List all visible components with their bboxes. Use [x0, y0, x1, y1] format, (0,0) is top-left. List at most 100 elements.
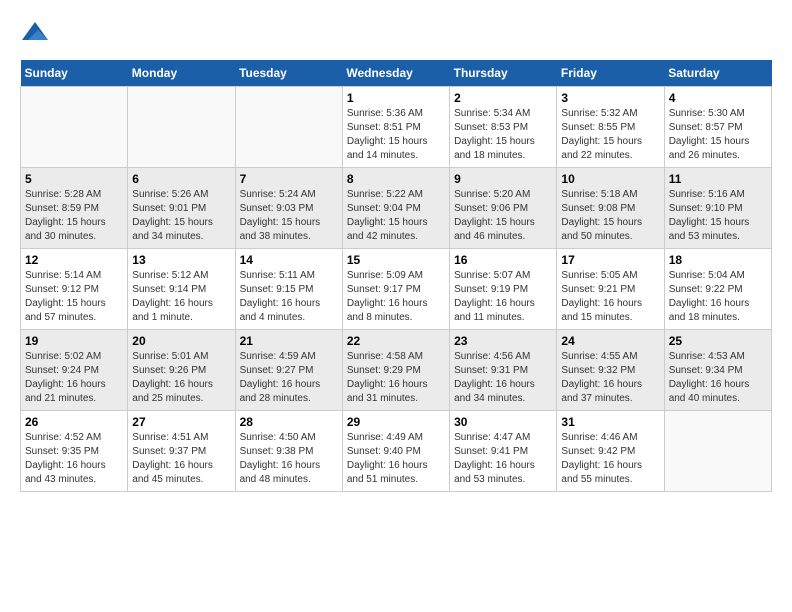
calendar-cell [128, 87, 235, 168]
calendar-cell: 25Sunrise: 4:53 AM Sunset: 9:34 PM Dayli… [664, 330, 771, 411]
day-number: 9 [454, 172, 552, 186]
calendar-cell: 22 Sunrise: 4:58 AM Sunset: 9:29 PM Dayli… [342, 330, 449, 411]
calendar-header-row: SundayMondayTuesdayWednesdayThursdayFrid… [21, 60, 772, 87]
calendar-cell [664, 411, 771, 492]
header-tuesday: Tuesday [235, 60, 342, 87]
day-info: Sunrise: 5:26 AM Sunset: 9:01 PM Dayligh… [132, 188, 230, 244]
day-number: 1 [347, 91, 445, 105]
day-info: Sunrise: 4:55 AM Sunset: 9:32 PM Dayligh… [561, 350, 659, 406]
header-friday: Friday [557, 60, 664, 87]
day-number: 11 [669, 172, 767, 186]
day-number: 2 [454, 91, 552, 105]
calendar-cell: 3 Sunrise: 5:32 AM Sunset: 8:55 PM Daylig… [557, 87, 664, 168]
day-number: 7 [240, 172, 338, 186]
calendar-table: SundayMondayTuesdayWednesdayThursdayFrid… [20, 60, 772, 492]
day-info: Sunrise: 5:36 AM Sunset: 8:51 PM Dayligh… [347, 107, 445, 163]
day-info: Sunrise: 5:14 AM Sunset: 9:12 PM Dayligh… [25, 269, 123, 325]
header-sunday: Sunday [21, 60, 128, 87]
day-number: 17 [561, 253, 659, 267]
calendar-cell: 28 Sunrise: 4:50 AM Sunset: 9:38 PM Dayli… [235, 411, 342, 492]
day-info: Sunrise: 4:46 AM Sunset: 9:42 PM Dayligh… [561, 431, 659, 487]
calendar-week-4: 19 Sunrise: 5:02 AM Sunset: 9:24 PM Dayli… [21, 330, 772, 411]
day-info: Sunrise: 4:47 AM Sunset: 9:41 PM Dayligh… [454, 431, 552, 487]
calendar-cell: 19 Sunrise: 5:02 AM Sunset: 9:24 PM Dayli… [21, 330, 128, 411]
calendar-cell: 17 Sunrise: 5:05 AM Sunset: 9:21 PM Dayli… [557, 249, 664, 330]
calendar-cell: 2 Sunrise: 5:34 AM Sunset: 8:53 PM Daylig… [450, 87, 557, 168]
day-number: 3 [561, 91, 659, 105]
day-info: Sunrise: 4:50 AM Sunset: 9:38 PM Dayligh… [240, 431, 338, 487]
logo [20, 20, 54, 50]
calendar-cell: 30 Sunrise: 4:47 AM Sunset: 9:41 PM Dayli… [450, 411, 557, 492]
calendar-cell: 6 Sunrise: 5:26 AM Sunset: 9:01 PM Daylig… [128, 168, 235, 249]
day-number: 6 [132, 172, 230, 186]
calendar-cell: 23 Sunrise: 4:56 AM Sunset: 9:31 PM Dayli… [450, 330, 557, 411]
day-number: 19 [25, 334, 123, 348]
day-info: Sunrise: 5:30 AM Sunset: 8:57 PM Dayligh… [669, 107, 767, 163]
day-number: 31 [561, 415, 659, 429]
calendar-cell: 26Sunrise: 4:52 AM Sunset: 9:35 PM Dayli… [21, 411, 128, 492]
day-info: Sunrise: 5:18 AM Sunset: 9:08 PM Dayligh… [561, 188, 659, 244]
day-info: Sunrise: 4:53 AM Sunset: 9:34 PM Dayligh… [669, 350, 767, 406]
day-number: 23 [454, 334, 552, 348]
day-number: 10 [561, 172, 659, 186]
day-info: Sunrise: 5:04 AM Sunset: 9:22 PM Dayligh… [669, 269, 767, 325]
calendar-week-5: 26Sunrise: 4:52 AM Sunset: 9:35 PM Dayli… [21, 411, 772, 492]
header-wednesday: Wednesday [342, 60, 449, 87]
calendar-cell: 4Sunrise: 5:30 AM Sunset: 8:57 PM Daylig… [664, 87, 771, 168]
day-number: 5 [25, 172, 123, 186]
header-thursday: Thursday [450, 60, 557, 87]
day-number: 15 [347, 253, 445, 267]
calendar-cell: 20 Sunrise: 5:01 AM Sunset: 9:26 PM Dayli… [128, 330, 235, 411]
header-saturday: Saturday [664, 60, 771, 87]
day-number: 30 [454, 415, 552, 429]
day-info: Sunrise: 5:01 AM Sunset: 9:26 PM Dayligh… [132, 350, 230, 406]
day-info: Sunrise: 4:51 AM Sunset: 9:37 PM Dayligh… [132, 431, 230, 487]
day-number: 27 [132, 415, 230, 429]
day-info: Sunrise: 5:16 AM Sunset: 9:10 PM Dayligh… [669, 188, 767, 244]
day-number: 21 [240, 334, 338, 348]
calendar-week-1: 1 Sunrise: 5:36 AM Sunset: 8:51 PM Daylig… [21, 87, 772, 168]
calendar-cell: 18 Sunrise: 5:04 AM Sunset: 9:22 PM Dayli… [664, 249, 771, 330]
calendar-cell: 12 Sunrise: 5:14 AM Sunset: 9:12 PM Dayli… [21, 249, 128, 330]
day-info: Sunrise: 5:32 AM Sunset: 8:55 PM Dayligh… [561, 107, 659, 163]
calendar-cell [235, 87, 342, 168]
day-number: 20 [132, 334, 230, 348]
day-info: Sunrise: 4:56 AM Sunset: 9:31 PM Dayligh… [454, 350, 552, 406]
calendar-cell: 21 Sunrise: 4:59 AM Sunset: 9:27 PM Dayli… [235, 330, 342, 411]
day-info: Sunrise: 5:02 AM Sunset: 9:24 PM Dayligh… [25, 350, 123, 406]
calendar-cell: 14Sunrise: 5:11 AM Sunset: 9:15 PM Dayli… [235, 249, 342, 330]
calendar-cell: 11 Sunrise: 5:16 AM Sunset: 9:10 PM Dayli… [664, 168, 771, 249]
day-info: Sunrise: 5:34 AM Sunset: 8:53 PM Dayligh… [454, 107, 552, 163]
day-info: Sunrise: 5:24 AM Sunset: 9:03 PM Dayligh… [240, 188, 338, 244]
day-number: 16 [454, 253, 552, 267]
calendar-cell: 15 Sunrise: 5:09 AM Sunset: 9:17 PM Dayli… [342, 249, 449, 330]
day-number: 12 [25, 253, 123, 267]
calendar-cell: 10 Sunrise: 5:18 AM Sunset: 9:08 PM Dayli… [557, 168, 664, 249]
day-info: Sunrise: 5:12 AM Sunset: 9:14 PM Dayligh… [132, 269, 230, 325]
day-info: Sunrise: 5:07 AM Sunset: 9:19 PM Dayligh… [454, 269, 552, 325]
day-number: 18 [669, 253, 767, 267]
day-info: Sunrise: 4:52 AM Sunset: 9:35 PM Dayligh… [25, 431, 123, 487]
day-info: Sunrise: 5:09 AM Sunset: 9:17 PM Dayligh… [347, 269, 445, 325]
day-info: Sunrise: 4:49 AM Sunset: 9:40 PM Dayligh… [347, 431, 445, 487]
day-number: 29 [347, 415, 445, 429]
calendar-cell: 1 Sunrise: 5:36 AM Sunset: 8:51 PM Daylig… [342, 87, 449, 168]
calendar-cell: 9 Sunrise: 5:20 AM Sunset: 9:06 PM Daylig… [450, 168, 557, 249]
page-header [20, 20, 772, 50]
day-number: 28 [240, 415, 338, 429]
calendar-week-3: 12 Sunrise: 5:14 AM Sunset: 9:12 PM Dayli… [21, 249, 772, 330]
day-info: Sunrise: 4:59 AM Sunset: 9:27 PM Dayligh… [240, 350, 338, 406]
day-info: Sunrise: 5:05 AM Sunset: 9:21 PM Dayligh… [561, 269, 659, 325]
day-info: Sunrise: 5:28 AM Sunset: 8:59 PM Dayligh… [25, 188, 123, 244]
day-info: Sunrise: 5:11 AM Sunset: 9:15 PM Dayligh… [240, 269, 338, 325]
day-number: 22 [347, 334, 445, 348]
calendar-cell: 27 Sunrise: 4:51 AM Sunset: 9:37 PM Dayli… [128, 411, 235, 492]
calendar-cell: 5 Sunrise: 5:28 AM Sunset: 8:59 PM Daylig… [21, 168, 128, 249]
day-info: Sunrise: 4:58 AM Sunset: 9:29 PM Dayligh… [347, 350, 445, 406]
calendar-cell: 13Sunrise: 5:12 AM Sunset: 9:14 PM Dayli… [128, 249, 235, 330]
day-info: Sunrise: 5:20 AM Sunset: 9:06 PM Dayligh… [454, 188, 552, 244]
day-number: 8 [347, 172, 445, 186]
calendar-cell [21, 87, 128, 168]
calendar-cell: 24Sunrise: 4:55 AM Sunset: 9:32 PM Dayli… [557, 330, 664, 411]
logo-icon [20, 20, 50, 50]
